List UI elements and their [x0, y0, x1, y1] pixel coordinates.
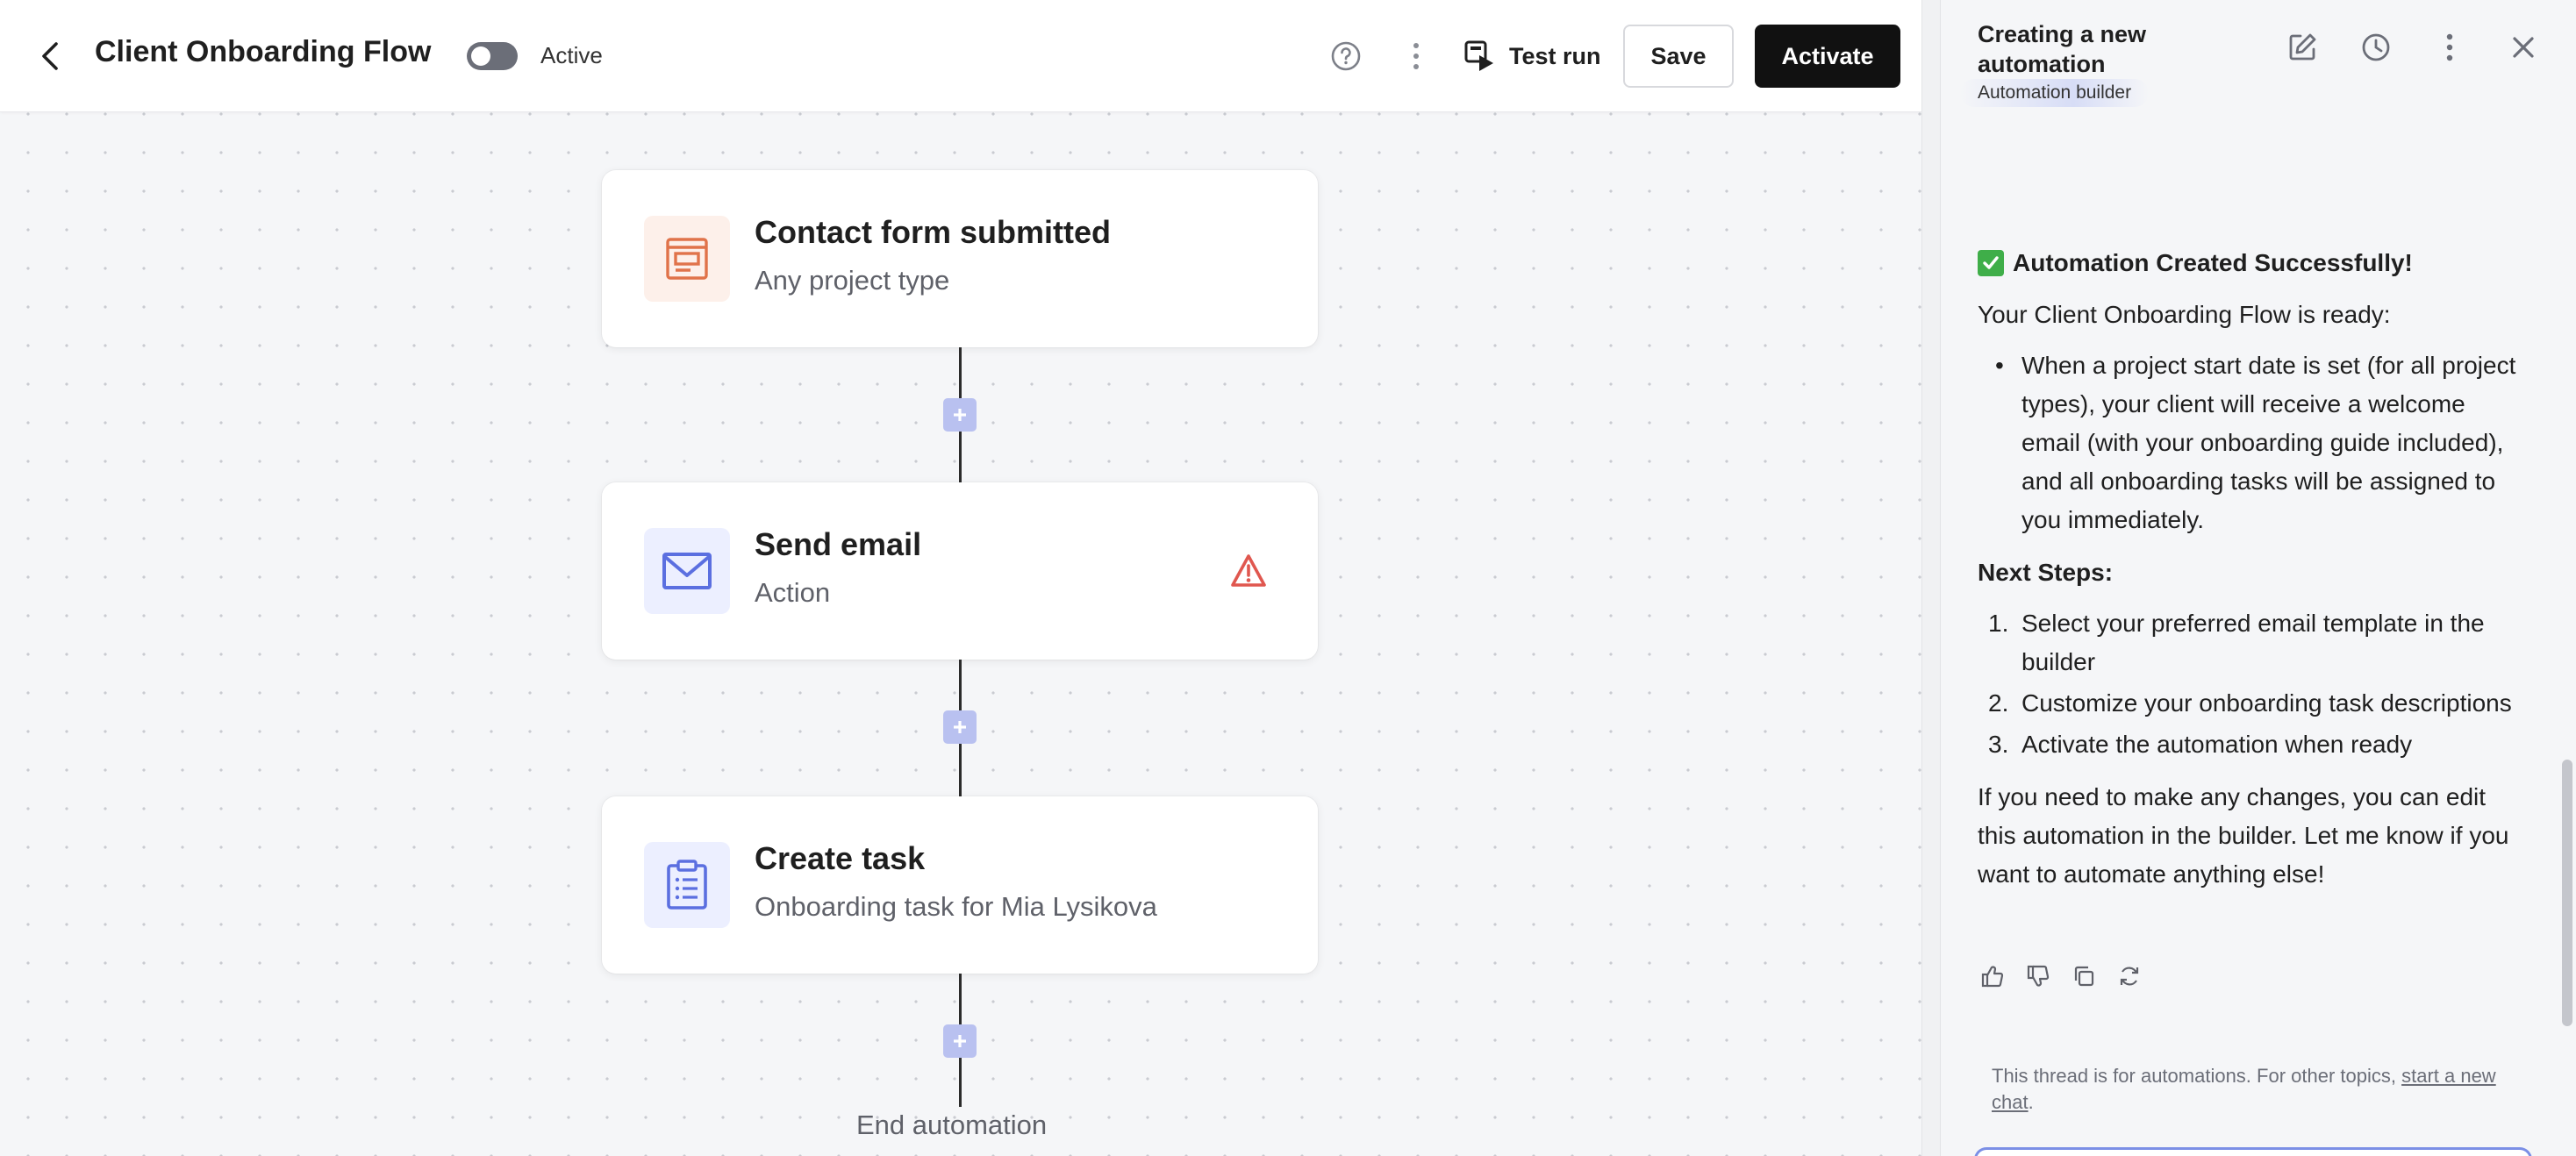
more-options-button[interactable]	[1402, 37, 1430, 75]
warning-icon[interactable]	[1230, 553, 1267, 589]
thumbs-down-icon	[2027, 965, 2050, 987]
connector-line	[959, 432, 962, 482]
connector-line	[959, 1058, 962, 1107]
list-item: 2. Customize your onboarding task descrip…	[1988, 684, 2530, 723]
step-text: Customize your onboarding task descripti…	[2021, 689, 2512, 717]
help-button[interactable]	[1328, 39, 1363, 74]
plus-icon	[954, 721, 966, 733]
message-heading: Automation Created Successfully!	[1978, 244, 2530, 282]
step-number: 3.	[1988, 731, 2009, 758]
message-actions	[1978, 961, 2144, 991]
test-run-button[interactable]: Test run	[1462, 35, 1601, 77]
envelope-icon-box	[644, 528, 730, 614]
node-title: Create task	[755, 840, 926, 876]
panel-subtitle: Automation builder	[1960, 79, 2150, 107]
node-title: Send email	[755, 526, 922, 562]
add-step-button[interactable]	[943, 710, 977, 744]
connector-line	[959, 744, 962, 796]
thumbs-up-icon	[1981, 966, 2004, 988]
panel-more-button[interactable]	[2432, 30, 2467, 65]
panel-scrollbar[interactable]	[2558, 0, 2576, 1156]
end-automation-label: End automation	[856, 1110, 1048, 1140]
list-item: 1. Select your preferred email template i…	[1988, 604, 2530, 681]
close-panel-button[interactable]	[2506, 30, 2541, 65]
form-icon-box	[644, 216, 730, 302]
clipboard-icon	[667, 860, 707, 910]
step-number: 2.	[1988, 689, 2009, 717]
add-step-button[interactable]	[943, 398, 977, 432]
panel-header: Creating a new automation Automation bui…	[1941, 0, 2558, 130]
connector-line	[959, 660, 962, 710]
active-toggle[interactable]	[467, 42, 518, 70]
step-number: 1.	[1988, 610, 2009, 637]
scrollbar-thumb[interactable]	[2562, 760, 2572, 1026]
connector-line	[959, 347, 962, 398]
close-icon	[2513, 37, 2534, 58]
thumbs-up-button[interactable]	[1978, 961, 2007, 991]
regenerate-button[interactable]	[2114, 961, 2144, 991]
list-item: 3. Activate the automation when ready	[1988, 725, 2530, 764]
top-bar: Client Onboarding Flow Active Test run S…	[0, 0, 1921, 112]
new-chat-button[interactable]	[2285, 30, 2320, 65]
test-run-label: Test run	[1509, 42, 1601, 69]
step-text: Activate the automation when ready	[2021, 731, 2413, 758]
next-steps-label: Next Steps:	[1978, 559, 2114, 586]
node-subtitle: Action	[755, 577, 831, 608]
message-closing: If you need to make any changes, you can…	[1978, 783, 2509, 888]
footnote-end: .	[2028, 1091, 2034, 1113]
node-subtitle: Onboarding task for Mia Lysikova	[755, 891, 1157, 922]
copy-icon	[2074, 966, 2094, 987]
dot-icon	[1413, 64, 1419, 69]
chevron-left-icon	[42, 42, 58, 70]
heading-text: Automation Created Successfully!	[2013, 249, 2413, 276]
send-email-node[interactable]: Send email Action	[602, 482, 1318, 660]
save-button[interactable]: Save	[1623, 25, 1734, 88]
panel-divider[interactable]	[1921, 0, 1941, 1156]
summary-list: When a project start date is set (for al…	[1978, 346, 2530, 539]
back-button[interactable]	[33, 39, 68, 74]
kebab-icon	[2446, 33, 2453, 61]
refresh-icon	[2120, 967, 2139, 986]
assistant-message: Automation Created Successfully! Your Cl…	[1978, 244, 2530, 894]
message-intro: Your Client Onboarding Flow is ready:	[1978, 301, 2391, 328]
node-subtitle: Any project type	[755, 265, 950, 296]
thumbs-down-button[interactable]	[2023, 961, 2053, 991]
connector-line	[959, 974, 962, 1024]
next-steps-list: 1. Select your preferred email template i…	[1978, 604, 2530, 764]
step-text: Select your preferred email template in …	[2021, 610, 2485, 675]
chat-input[interactable]	[1974, 1147, 2532, 1156]
test-run-icon	[1464, 40, 1493, 71]
check-icon	[1978, 250, 2004, 276]
page-title: Client Onboarding Flow	[95, 35, 432, 68]
create-task-node[interactable]: Create task Onboarding task for Mia Lysi…	[602, 796, 1318, 974]
form-icon	[666, 238, 708, 280]
clock-icon	[2362, 33, 2390, 61]
assistant-panel: Creating a new automation Automation bui…	[1941, 0, 2558, 1156]
trigger-node[interactable]: Contact form submitted Any project type	[602, 170, 1318, 347]
dot-icon	[1413, 54, 1419, 59]
history-button[interactable]	[2358, 30, 2394, 65]
node-title: Contact form submitted	[755, 214, 1112, 250]
edit-icon	[2289, 33, 2316, 61]
clipboard-icon-box	[644, 842, 730, 928]
toggle-knob	[471, 46, 490, 66]
list-item: When a project start date is set (for al…	[1995, 346, 2530, 539]
thread-footnote: This thread is for automations. For othe…	[1992, 1063, 2536, 1116]
footnote-text: This thread is for automations. For othe…	[1992, 1065, 2402, 1087]
automation-canvas: Client Onboarding Flow Active Test run S…	[0, 0, 1921, 1156]
plus-icon	[954, 409, 966, 421]
help-icon	[1331, 41, 1361, 71]
add-step-button[interactable]	[943, 1024, 977, 1058]
panel-title: Creating a new automation	[1978, 21, 2147, 77]
toggle-label: Active	[540, 42, 603, 68]
dot-icon	[1413, 43, 1419, 48]
copy-button[interactable]	[2069, 961, 2099, 991]
envelope-icon	[662, 553, 712, 589]
plus-icon	[954, 1035, 966, 1047]
activate-button[interactable]: Activate	[1755, 25, 1900, 88]
